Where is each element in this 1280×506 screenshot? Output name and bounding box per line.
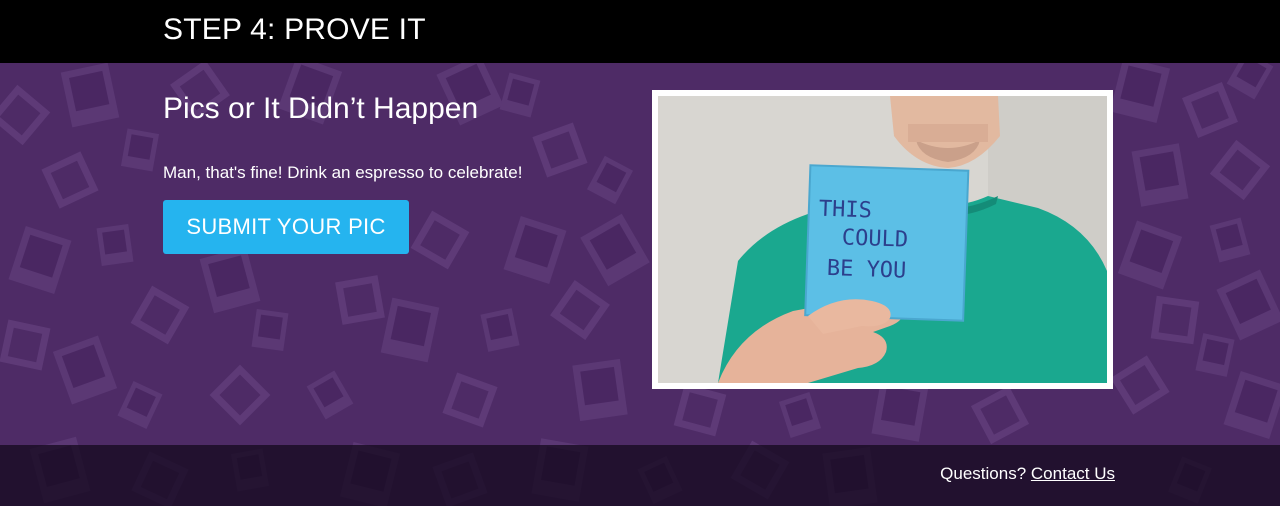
- submit-pic-button[interactable]: SUBMIT YOUR PIC: [163, 200, 409, 254]
- page-headline: Pics or It Didn’t Happen: [163, 92, 479, 125]
- note-line-2: COULD: [841, 225, 908, 252]
- example-photo: THIS COULD BE YOU: [652, 90, 1113, 389]
- step-title: STEP 4: PROVE IT: [163, 13, 426, 46]
- questions-label: Questions?: [940, 464, 1027, 483]
- note-line-1: THIS: [818, 197, 872, 224]
- page: STEP 4: PROVE IT Pics or It Didn’t Happe…: [0, 0, 1280, 506]
- header-bar: STEP 4: PROVE IT: [0, 0, 1280, 63]
- footer-bar: Questions? Contact Us: [0, 445, 1280, 506]
- note-line-3: BE YOU: [826, 256, 906, 284]
- main-content: Pics or It Didn’t Happen Man, that's fin…: [0, 63, 1280, 445]
- contact-us-link[interactable]: Contact Us: [1031, 464, 1115, 483]
- person-holding-note-image: THIS COULD BE YOU: [658, 96, 1107, 383]
- footer-contact: Questions? Contact Us: [940, 464, 1115, 484]
- celebration-message: Man, that's fine! Drink an espresso to c…: [163, 163, 523, 182]
